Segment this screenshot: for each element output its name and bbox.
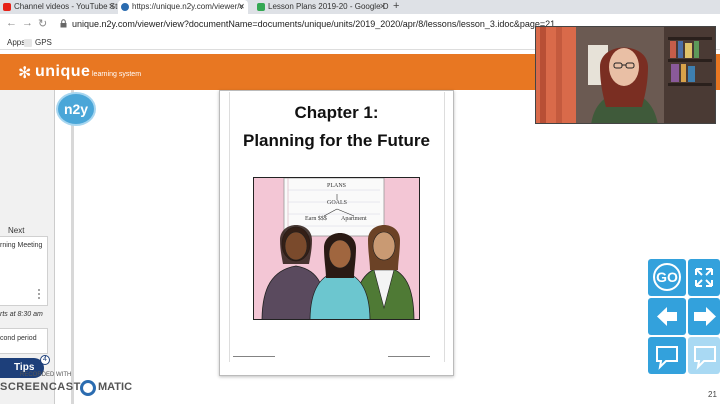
recorded-with-label: RECORDED WITH xyxy=(20,372,72,378)
chapter-heading: Chapter 1: xyxy=(294,103,379,122)
browser-tab-strip: Channel videos - YouTube Studio ✕ https:… xyxy=(0,0,720,14)
schedule-time: rts at 8:30 am xyxy=(0,311,43,318)
schedule-card-title: rning Meeting xyxy=(0,242,43,249)
sidebar-divider xyxy=(71,90,74,404)
google-drive-icon xyxy=(257,3,265,11)
url-field[interactable]: unique.n2y.com/viewer/view?documentName=… xyxy=(72,19,555,29)
app-logo-text[interactable]: unique xyxy=(35,63,90,81)
reload-icon[interactable]: ↻ xyxy=(38,17,47,30)
close-icon[interactable]: ✕ xyxy=(238,0,245,14)
schedule-card-morning-meeting[interactable]: rning Meeting xyxy=(0,236,48,306)
bookmark-icon xyxy=(24,39,32,47)
arrow-right-icon xyxy=(694,307,716,326)
n2y-badge[interactable]: n2y xyxy=(58,94,94,124)
page-footer-left: ▬▬▬▬▬▬▬▬▬▬▬▬▬▬ xyxy=(233,354,275,358)
page-footer-right: ▬▬▬▬▬▬▬▬▬▬▬▬▬▬ xyxy=(388,354,430,358)
tips-count-badge: 4 xyxy=(40,355,50,365)
app-logo-subtitle: learning system xyxy=(92,71,142,78)
tab-title: Channel videos - YouTube Studio xyxy=(14,2,118,11)
bookmark-label: Apps xyxy=(7,38,26,47)
youtube-icon xyxy=(3,3,11,11)
n2y-icon xyxy=(121,3,129,11)
presenter-video xyxy=(536,27,715,123)
tab-youtube-studio[interactable]: Channel videos - YouTube Studio ✕ xyxy=(0,0,118,14)
speech-bubble-icon xyxy=(694,346,716,370)
tab-n2y-viewer[interactable]: https://unique.n2y.com/viewer/v ✕ xyxy=(118,0,248,14)
close-icon[interactable]: ✕ xyxy=(379,0,386,14)
speak-all-button[interactable] xyxy=(688,337,720,374)
go-label: GO xyxy=(656,269,678,285)
speak-button[interactable] xyxy=(648,337,686,374)
new-tab-button[interactable]: + xyxy=(393,0,399,13)
arrow-left-icon xyxy=(657,307,677,326)
chapter-title: Planning for the Future xyxy=(243,131,430,150)
webcam-overlay xyxy=(535,26,716,124)
forward-icon[interactable]: → xyxy=(22,17,33,29)
matic-label: MATIC xyxy=(98,381,133,393)
lock-icon xyxy=(60,19,67,28)
bookmark-gps[interactable]: GPS xyxy=(24,38,52,47)
back-icon[interactable]: ← xyxy=(6,17,17,29)
next-page-button[interactable] xyxy=(688,298,720,335)
schedule-card-second-period[interactable]: cond period xyxy=(0,328,48,354)
fullscreen-button[interactable] xyxy=(688,259,720,296)
notepad-plans: PLANS xyxy=(327,183,347,189)
notepad-goals: GOALS xyxy=(327,200,348,206)
speech-bubble-icon xyxy=(656,346,678,370)
notepad-earn: Earn $$$ xyxy=(305,216,327,222)
notepad-apartment: Apartment xyxy=(341,216,367,222)
schedule-card-title: cond period xyxy=(0,335,37,342)
tab-title: https://unique.n2y.com/viewer/v xyxy=(132,2,244,11)
screencast-label: SCREENCAST xyxy=(0,381,81,393)
bookmark-apps[interactable]: Apps xyxy=(0,38,25,47)
go-button[interactable]: GO xyxy=(648,259,686,296)
next-label[interactable]: Next xyxy=(8,226,24,235)
bookmark-label: GPS xyxy=(35,38,52,47)
tab-lesson-plans[interactable]: Lesson Plans 2019-20 - Google D ✕ xyxy=(254,0,389,14)
screencast-logo-icon xyxy=(80,380,96,396)
close-icon[interactable]: ✕ xyxy=(108,0,115,14)
chapter-illustration xyxy=(253,177,420,320)
page-number: 21 xyxy=(708,390,717,399)
previous-page-button[interactable] xyxy=(648,298,686,335)
unique-logo-icon: ✻ xyxy=(18,65,32,82)
drag-handle-icon[interactable] xyxy=(38,289,41,301)
tab-title: Lesson Plans 2019-20 - Google D xyxy=(268,2,389,11)
expand-arrows-icon xyxy=(695,268,713,287)
